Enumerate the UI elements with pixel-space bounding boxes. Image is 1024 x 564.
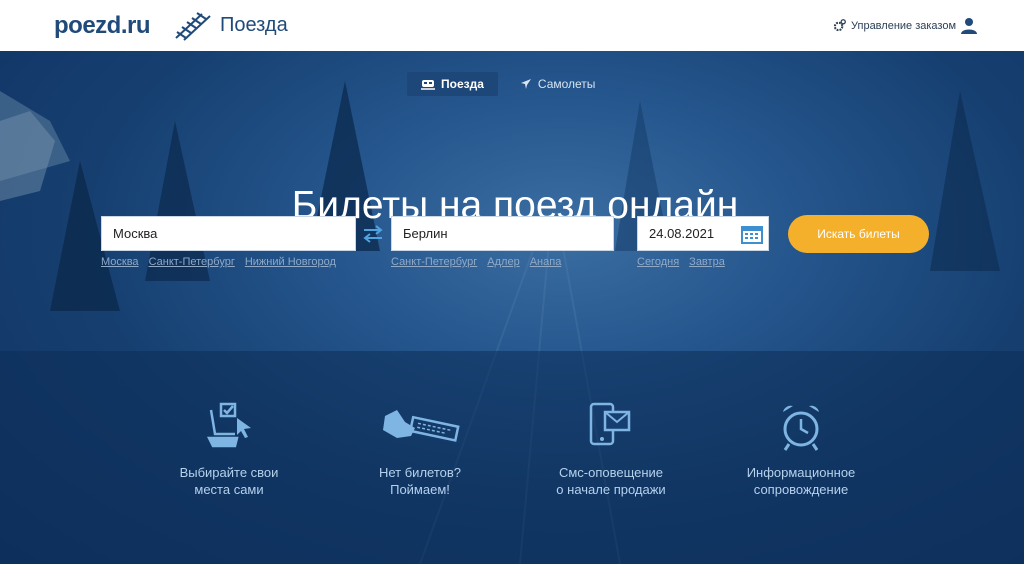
feature-catch-tickets-label: Нет билетов? Поймаем! bbox=[378, 465, 462, 497]
mode-tabs: Поезда Самолеты bbox=[407, 72, 609, 96]
to-suggestions: Санкт-Петербург Адлер Анапа bbox=[391, 256, 561, 268]
tab-trains[interactable]: Поезда bbox=[407, 72, 498, 96]
manage-order-link[interactable]: Управление заказом bbox=[833, 19, 956, 32]
seat-select-icon bbox=[206, 402, 251, 448]
train-icon bbox=[421, 79, 435, 90]
to-field[interactable]: Берлин bbox=[391, 216, 614, 251]
user-icon[interactable] bbox=[960, 17, 978, 35]
feature-seat-select-label: Выбирайте свои места сами bbox=[179, 465, 279, 497]
manage-order-label: Управление заказом bbox=[851, 19, 957, 32]
from-suggestion-nn[interactable]: Нижний Новгород bbox=[245, 256, 336, 268]
feature-seat-select: Выбирайте свои места сами bbox=[139, 402, 319, 498]
to-suggestion-spb[interactable]: Санкт-Петербург bbox=[391, 256, 477, 268]
top-bar: poezd.ru Поезда Управление заказом bbox=[0, 0, 1024, 51]
date-suggestions: Сегодня Завтра bbox=[637, 256, 725, 268]
tab-planes-label: Самолеты bbox=[537, 77, 596, 91]
tab-planes[interactable]: Самолеты bbox=[506, 72, 610, 96]
date-suggestion-today[interactable]: Сегодня bbox=[637, 256, 679, 268]
from-suggestion-spb[interactable]: Санкт-Петербург bbox=[149, 256, 235, 268]
feature-info-support-label: Информационное сопровождение bbox=[746, 465, 856, 497]
swap-icon[interactable] bbox=[361, 225, 385, 243]
from-suggestion-moscow[interactable]: Москва bbox=[101, 256, 139, 268]
site-logo[interactable]: poezd.ru bbox=[54, 12, 151, 40]
date-suggestion-tomorrow[interactable]: Завтра bbox=[689, 256, 725, 268]
calendar-button[interactable] bbox=[735, 217, 769, 250]
to-suggestion-adler[interactable]: Адлер bbox=[487, 256, 519, 268]
plane-icon bbox=[520, 79, 531, 89]
rails-icon bbox=[175, 12, 211, 41]
tab-trains-label: Поезда bbox=[441, 77, 484, 91]
alarm-clock-icon bbox=[783, 405, 819, 451]
feature-catch-tickets: Нет билетов? Поймаем! bbox=[330, 402, 510, 498]
feature-sms-label: Смс-оповещение о начале продажи bbox=[556, 465, 666, 497]
feature-info-support: Информационное сопровождение bbox=[711, 402, 891, 498]
calendar-icon bbox=[741, 225, 763, 244]
from-field[interactable]: Москва bbox=[101, 216, 356, 251]
from-suggestions: Москва Санкт-Петербург Нижний Новгород bbox=[101, 256, 336, 268]
feature-sms: Смс-оповещение о начале продажи bbox=[521, 402, 701, 498]
section-title: Поезда bbox=[220, 14, 288, 36]
search-tickets-button[interactable]: Искать билеты bbox=[788, 215, 929, 253]
gear-icon bbox=[833, 19, 846, 32]
phone-message-icon bbox=[589, 402, 631, 446]
hand-ticket-icon bbox=[383, 410, 460, 442]
to-suggestion-anapa[interactable]: Анапа bbox=[530, 256, 562, 268]
